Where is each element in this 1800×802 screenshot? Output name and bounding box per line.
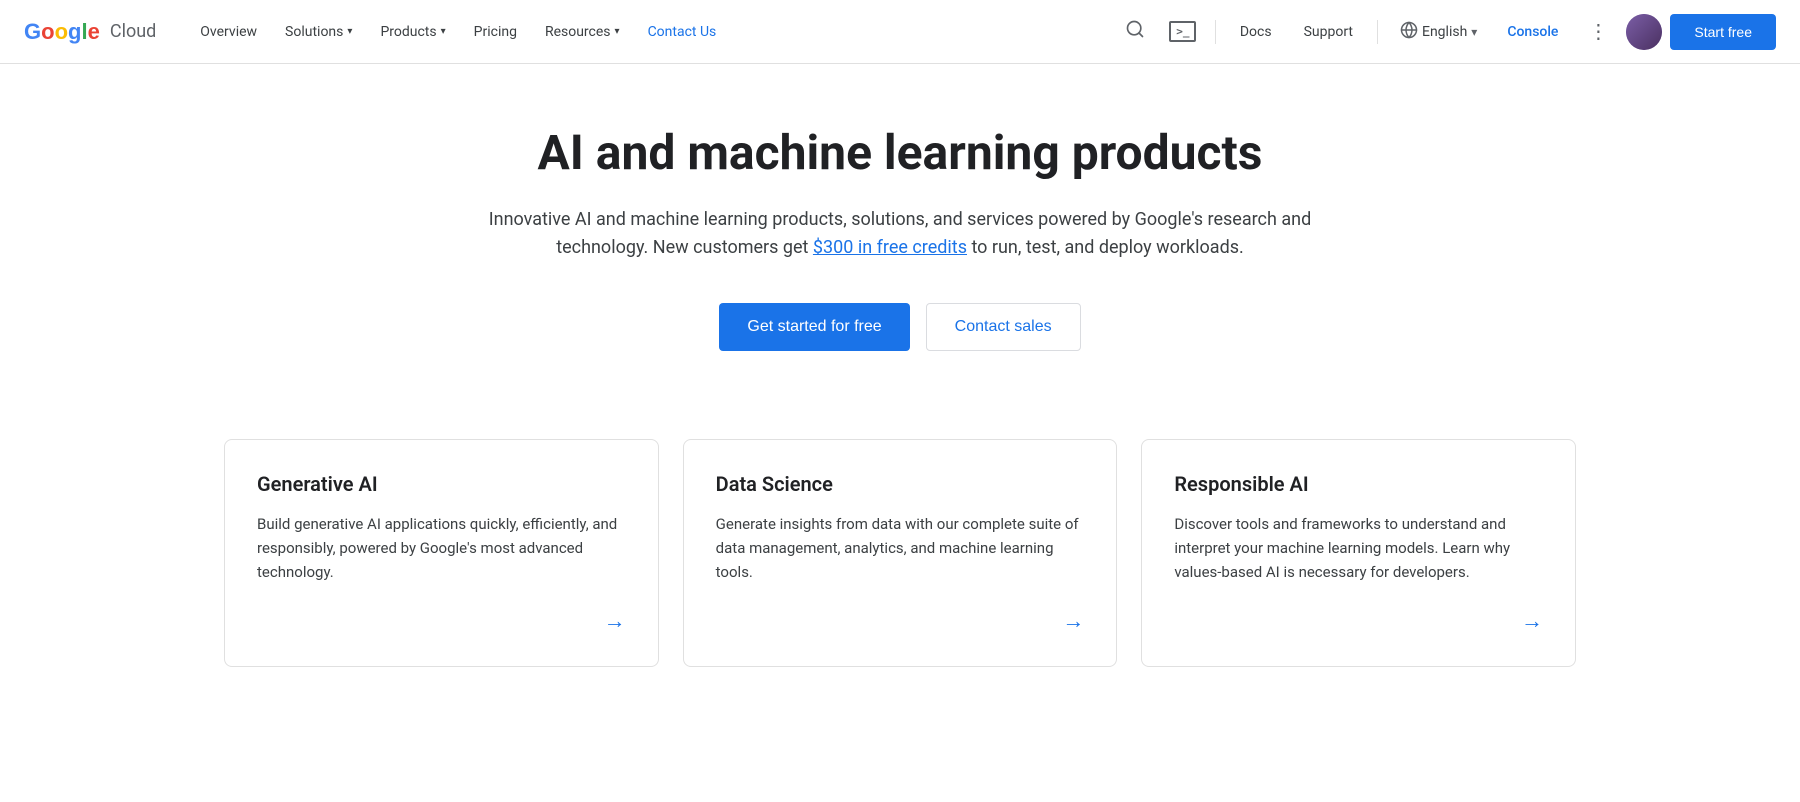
credits-link[interactable]: $300 in free credits: [813, 237, 967, 258]
arrow-right-icon: →: [1062, 608, 1084, 634]
card-responsible-ai-title: Responsible AI: [1174, 472, 1543, 496]
nav-item-resources[interactable]: Resources ▾: [533, 16, 632, 48]
chevron-down-icon: ▾: [1471, 25, 1477, 39]
console-link[interactable]: Console: [1495, 16, 1570, 48]
nav-item-overview[interactable]: Overview: [188, 16, 269, 48]
nav-support-link[interactable]: Support: [1292, 16, 1365, 48]
contact-sales-button[interactable]: Contact sales: [926, 303, 1081, 351]
terminal-icon: >_: [1169, 21, 1196, 42]
arrow-right-icon: →: [1521, 608, 1543, 634]
navbar: Google Cloud Overview Solutions ▾ Produc…: [0, 0, 1800, 64]
search-button[interactable]: [1115, 12, 1155, 52]
get-started-button[interactable]: Get started for free: [719, 303, 909, 351]
avatar[interactable]: [1626, 14, 1662, 50]
card-data-science-description: Generate insights from data with our com…: [716, 512, 1085, 584]
card-responsible-ai-description: Discover tools and frameworks to underst…: [1174, 512, 1543, 584]
nav-item-contact[interactable]: Contact Us: [636, 16, 729, 48]
chevron-down-icon: ▾: [441, 26, 446, 37]
logo[interactable]: Google Cloud: [24, 19, 156, 45]
nav-divider-2: [1377, 20, 1378, 44]
card-generative-ai[interactable]: Generative AI Build generative AI applic…: [224, 439, 659, 667]
nav-item-pricing[interactable]: Pricing: [462, 16, 529, 48]
nav-links: Overview Solutions ▾ Products ▾ Pricing …: [188, 16, 1115, 48]
main-content: AI and machine learning products Innovat…: [0, 64, 1800, 707]
nav-docs-link[interactable]: Docs: [1228, 16, 1284, 48]
card-data-science[interactable]: Data Science Generate insights from data…: [683, 439, 1118, 667]
language-selector[interactable]: English ▾: [1390, 15, 1487, 49]
search-icon: [1125, 19, 1145, 45]
card-generative-ai-description: Build generative AI applications quickly…: [257, 512, 626, 584]
chevron-down-icon: ▾: [347, 26, 352, 37]
nav-divider-1: [1215, 20, 1216, 44]
card-data-science-title: Data Science: [716, 472, 1085, 496]
card-generative-ai-arrow: →: [257, 608, 626, 634]
terminal-button[interactable]: >_: [1163, 12, 1203, 52]
hero-subtitle-after: to run, test, and deploy workloads.: [967, 237, 1244, 258]
avatar-image: [1626, 14, 1662, 50]
arrow-right-icon: →: [604, 608, 626, 634]
globe-icon: [1400, 21, 1418, 43]
google-logo: Google: [24, 19, 100, 45]
hero-section: AI and machine learning products Innovat…: [470, 124, 1330, 351]
more-vert-icon: ⋮: [1588, 19, 1608, 44]
card-responsible-ai-arrow: →: [1174, 608, 1543, 634]
card-generative-ai-title: Generative AI: [257, 472, 626, 496]
hero-buttons: Get started for free Contact sales: [470, 303, 1330, 351]
hero-subtitle: Innovative AI and machine learning produ…: [470, 206, 1330, 264]
navbar-right: >_ Docs Support English ▾ Console ⋮: [1115, 12, 1776, 52]
cloud-label: Cloud: [110, 21, 156, 42]
card-responsible-ai[interactable]: Responsible AI Discover tools and framew…: [1141, 439, 1576, 667]
more-options-button[interactable]: ⋮: [1578, 12, 1618, 52]
cards-section: Generative AI Build generative AI applic…: [200, 439, 1600, 667]
nav-item-solutions[interactable]: Solutions ▾: [273, 16, 364, 48]
language-label: English: [1422, 24, 1467, 40]
start-free-button[interactable]: Start free: [1670, 14, 1776, 50]
chevron-down-icon: ▾: [615, 26, 620, 37]
hero-title: AI and machine learning products: [470, 124, 1330, 182]
card-data-science-arrow: →: [716, 608, 1085, 634]
nav-item-products[interactable]: Products ▾: [368, 16, 457, 48]
